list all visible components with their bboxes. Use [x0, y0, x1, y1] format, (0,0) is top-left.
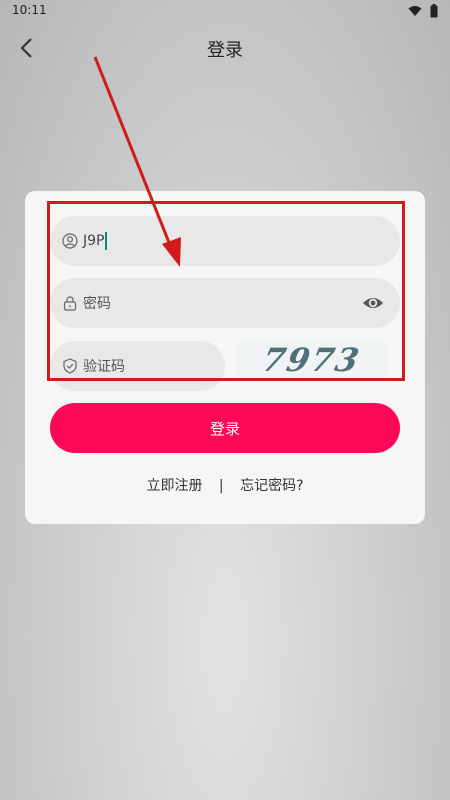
password-placeholder: 密码	[83, 296, 111, 312]
shield-icon	[62, 358, 78, 374]
wifi-icon	[408, 6, 422, 16]
text-cursor	[105, 232, 108, 250]
login-card: J9P 密码 验证码 7973 登录 立即注册 | 忘记密码?	[25, 191, 425, 524]
status-bar: 10:11	[0, 0, 450, 22]
username-field[interactable]: J9P	[50, 216, 400, 266]
page-title: 登录	[207, 40, 243, 61]
user-circle-icon	[62, 233, 78, 249]
battery-icon	[430, 4, 438, 18]
status-icons	[408, 4, 438, 18]
account-links: 立即注册 | 忘记密码?	[25, 475, 425, 495]
forgot-password-link[interactable]: 忘记密码?	[240, 478, 303, 494]
register-link[interactable]: 立即注册	[146, 478, 202, 494]
captcha-placeholder: 验证码	[83, 359, 125, 375]
link-separator: |	[218, 478, 224, 494]
header: 登录	[0, 22, 450, 74]
login-button[interactable]: 登录	[50, 403, 400, 453]
captcha-image[interactable]: 7973	[237, 339, 387, 381]
lock-icon	[62, 295, 78, 311]
status-time: 10:11	[12, 3, 47, 17]
captcha-text: 7973	[259, 341, 365, 379]
eye-icon[interactable]	[362, 293, 384, 317]
captcha-field[interactable]: 验证码	[50, 341, 225, 391]
password-field[interactable]: 密码	[50, 278, 400, 328]
username-value: J9P	[83, 233, 105, 249]
